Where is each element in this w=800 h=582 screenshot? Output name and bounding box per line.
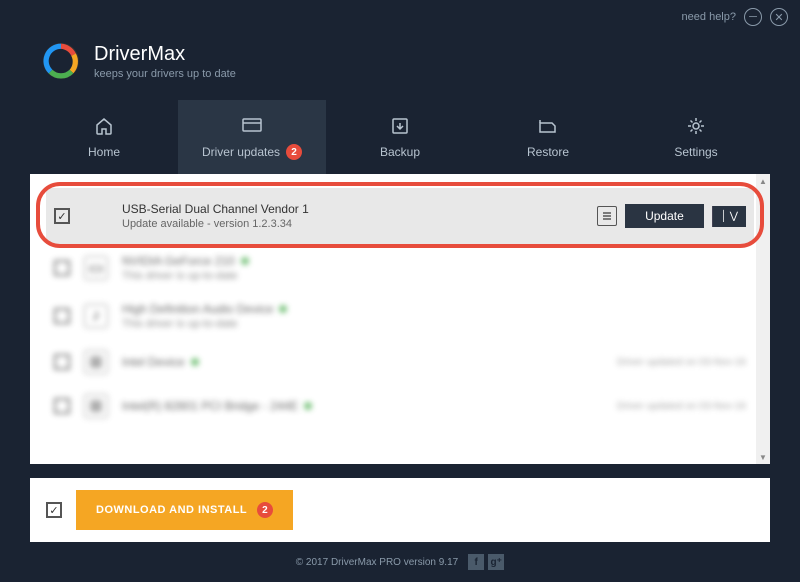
- status-dot-icon: [279, 305, 287, 313]
- tab-label: Settings: [674, 145, 717, 159]
- device-icon: ⊞: [84, 350, 108, 374]
- app-header: DriverMax keeps your drivers up to date: [0, 34, 800, 100]
- backup-icon: [389, 115, 411, 137]
- status-dot-icon: [304, 402, 312, 410]
- help-link[interactable]: need help?: [682, 11, 736, 23]
- driver-list-panel: USB-Serial Dual Channel Vendor 1 Update …: [30, 174, 770, 464]
- footer-bar: DOWNLOAD AND INSTALL 2: [30, 478, 770, 542]
- updates-badge: 2: [286, 144, 302, 160]
- tab-label: Driver updates: [202, 145, 280, 159]
- download-badge: 2: [257, 502, 273, 518]
- home-icon: [93, 115, 115, 137]
- select-all-checkbox[interactable]: [46, 502, 62, 518]
- driver-subtitle: This driver is up-to-date: [122, 270, 746, 282]
- scroll-up-icon[interactable]: ▲: [756, 174, 770, 188]
- tab-home[interactable]: Home: [30, 100, 178, 174]
- scroll-down-icon[interactable]: ▼: [756, 450, 770, 464]
- checkbox[interactable]: [54, 260, 70, 276]
- tab-label: Home: [88, 145, 120, 159]
- download-install-button[interactable]: DOWNLOAD AND INSTALL 2: [76, 490, 293, 530]
- driver-subtitle: This driver is up-to-date: [122, 318, 746, 330]
- tab-label: Restore: [527, 145, 569, 159]
- audio-icon: ♪: [84, 304, 108, 328]
- facebook-icon[interactable]: f: [468, 554, 484, 570]
- checkbox[interactable]: [54, 354, 70, 370]
- driver-title: USB-Serial Dual Channel Vendor 1: [122, 202, 583, 216]
- gear-icon: [685, 115, 707, 137]
- app-title: DriverMax: [94, 43, 236, 66]
- updates-icon: [241, 114, 263, 136]
- app-logo-icon: [40, 40, 82, 82]
- driver-item[interactable]: ⊞ Intel(R) 82801 PCI Bridge - 244E Drive…: [46, 384, 754, 428]
- tab-label: Backup: [380, 145, 420, 159]
- copyright-text: © 2017 DriverMax PRO version 9.17: [296, 557, 458, 568]
- driver-title: Intel(R) 82801 PCI Bridge - 244E: [122, 399, 603, 413]
- monitor-icon: ▭: [84, 256, 108, 280]
- tab-settings[interactable]: Settings: [622, 100, 770, 174]
- restore-icon: [537, 115, 559, 137]
- driver-status: Driver updated on 03-Nov-16: [617, 357, 746, 368]
- driver-title: Intel Device: [122, 355, 603, 369]
- driver-title: NVIDIA GeForce 210: [122, 254, 746, 268]
- copyright-bar: © 2017 DriverMax PRO version 9.17 f g⁺: [0, 542, 800, 582]
- status-dot-icon: [191, 358, 199, 366]
- driver-item-featured[interactable]: USB-Serial Dual Channel Vendor 1 Update …: [46, 188, 754, 244]
- close-button[interactable]: ✕: [770, 8, 788, 26]
- minimize-button[interactable]: ─: [744, 8, 762, 26]
- googleplus-icon[interactable]: g⁺: [488, 554, 504, 570]
- checkbox[interactable]: [54, 308, 70, 324]
- driver-status: Driver updated on 03-Nov-16: [617, 401, 746, 412]
- details-icon[interactable]: [597, 206, 617, 226]
- driver-subtitle: Update available - version 1.2.3.34: [122, 218, 583, 230]
- status-dot-icon: [241, 257, 249, 265]
- tab-restore[interactable]: Restore: [474, 100, 622, 174]
- device-icon: ⊞: [84, 394, 108, 418]
- checkbox[interactable]: [54, 208, 70, 224]
- app-tagline: keeps your drivers up to date: [94, 68, 236, 80]
- driver-title: High Definition Audio Device: [122, 302, 746, 316]
- driver-item[interactable]: ▭ NVIDIA GeForce 210 This driver is up-t…: [46, 244, 754, 292]
- scrollbar[interactable]: ▲ ▼: [756, 174, 770, 464]
- update-dropdown[interactable]: │ ⋁: [712, 206, 746, 227]
- nav-tabs: Home Driver updates 2 Backup Restore Sett…: [0, 100, 800, 174]
- driver-item[interactable]: ⊞ Intel Device Driver updated on 03-Nov-…: [46, 340, 754, 384]
- tab-driver-updates[interactable]: Driver updates 2: [178, 100, 326, 174]
- driver-item[interactable]: ♪ High Definition Audio Device This driv…: [46, 292, 754, 340]
- tab-backup[interactable]: Backup: [326, 100, 474, 174]
- update-button[interactable]: Update: [625, 204, 704, 228]
- checkbox[interactable]: [54, 398, 70, 414]
